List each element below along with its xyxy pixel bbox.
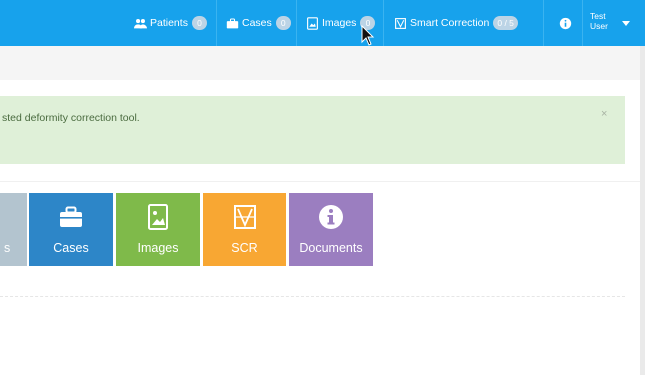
nav-info[interactable] bbox=[558, 0, 575, 46]
top-navbar: Patients 0 Cases 0 Images 0 Smart Correc… bbox=[0, 0, 645, 46]
tile-patients[interactable]: s bbox=[0, 193, 27, 266]
nav-divider bbox=[216, 0, 217, 46]
frame-icon bbox=[231, 203, 259, 231]
nav-images-label: Images bbox=[322, 17, 357, 29]
nav-smart-correction-label: Smart Correction bbox=[410, 17, 490, 29]
scrollbar[interactable] bbox=[640, 46, 645, 375]
user-first-name: Test bbox=[590, 11, 606, 21]
image-icon bbox=[144, 203, 172, 231]
nav-patients-label: Patients bbox=[150, 17, 188, 29]
nav-patients[interactable]: Patients 0 bbox=[133, 0, 207, 46]
nav-divider bbox=[383, 0, 384, 46]
tile-documents-label: Documents bbox=[299, 241, 363, 255]
image-file-icon bbox=[305, 16, 319, 30]
alert-message: sted deformity correction tool. bbox=[2, 112, 140, 124]
tile-cases-label: Cases bbox=[53, 241, 89, 255]
mouse-cursor bbox=[361, 24, 375, 47]
user-last-name: User bbox=[590, 21, 608, 31]
nav-cases[interactable]: Cases 0 bbox=[225, 0, 291, 46]
nav-divider bbox=[296, 0, 297, 46]
breadcrumb-bar bbox=[0, 46, 640, 80]
cases-count-badge: 0 bbox=[275, 16, 291, 30]
panel-divider bbox=[0, 181, 640, 182]
info-icon bbox=[558, 16, 572, 30]
success-alert: sted deformity correction tool. bbox=[0, 96, 625, 164]
nav-divider bbox=[582, 0, 583, 46]
section-divider bbox=[0, 296, 625, 297]
frame-icon bbox=[393, 16, 407, 30]
briefcase-icon bbox=[225, 16, 239, 30]
tile-cases[interactable]: Cases bbox=[29, 193, 113, 266]
info-circle-icon bbox=[317, 203, 345, 231]
chevron-down-icon[interactable] bbox=[622, 21, 630, 26]
tile-documents[interactable]: Documents bbox=[289, 193, 373, 266]
close-icon[interactable]: × bbox=[601, 108, 607, 120]
tile-images-label: Images bbox=[137, 241, 179, 255]
nav-divider bbox=[543, 0, 544, 46]
patients-count-badge: 0 bbox=[191, 16, 207, 30]
nav-cases-label: Cases bbox=[242, 17, 272, 29]
tile-scr[interactable]: SCR bbox=[203, 193, 286, 266]
tile-patients-label: s bbox=[4, 241, 11, 255]
nav-smart-correction[interactable]: Smart Correction 0 / 5 bbox=[393, 0, 518, 46]
users-icon bbox=[133, 16, 147, 30]
briefcase-icon bbox=[57, 203, 85, 231]
tile-scr-label: SCR bbox=[231, 241, 258, 255]
tile-images[interactable]: Images bbox=[116, 193, 200, 266]
user-menu[interactable]: Test User bbox=[590, 11, 608, 31]
smart-correction-count-badge: 0 / 5 bbox=[493, 16, 518, 30]
